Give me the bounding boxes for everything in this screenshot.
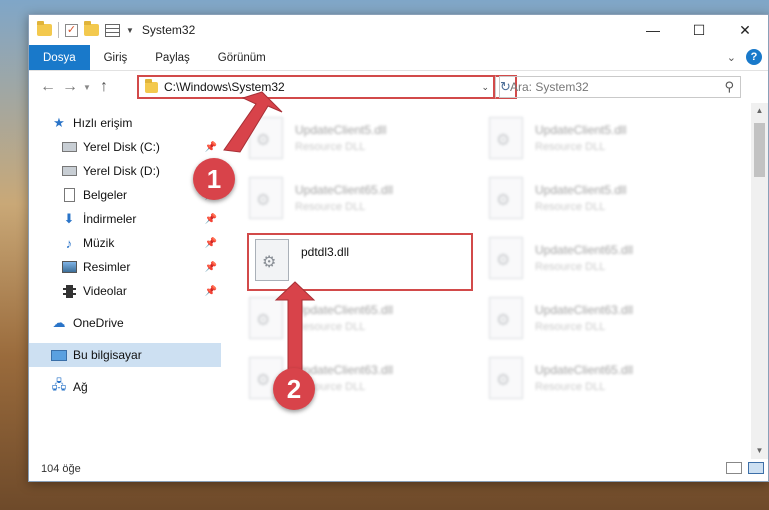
step-1-badge: 1 [193,158,235,200]
step-2-badge: 2 [273,368,315,410]
annotation-arrows [223,91,316,377]
arrow-1 [223,91,283,153]
arrow-2 [274,281,316,377]
